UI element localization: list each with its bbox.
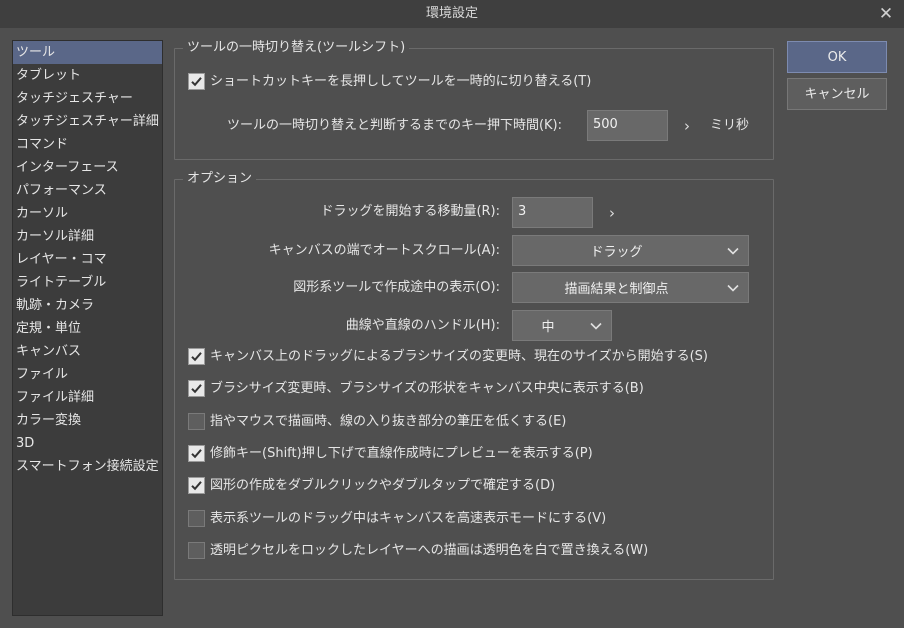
checkmark-icon	[191, 449, 202, 459]
sidebar-item[interactable]: コマンド	[13, 133, 162, 156]
shape-display-label: 図形系ツールで作成途中の表示(O):	[293, 280, 500, 295]
chevron-right-icon[interactable]: ›	[684, 117, 690, 135]
sidebar-item[interactable]: パフォーマンス	[13, 179, 162, 202]
option-checkbox[interactable]	[188, 541, 205, 559]
option-checkbox[interactable]	[188, 412, 205, 430]
close-icon[interactable]: ✕	[876, 4, 896, 24]
tool-shift-checkbox[interactable]	[188, 73, 205, 90]
ok-button[interactable]: OK	[787, 41, 887, 73]
option-checkbox-label: 修飾キー(Shift)押し下げで直線作成時にプレビューを表示する(P)	[210, 445, 593, 461]
checkmark-icon	[191, 481, 202, 491]
sidebar-item[interactable]: カラー変換	[13, 409, 162, 432]
checkmark-icon	[191, 352, 202, 362]
option-checkbox[interactable]	[188, 380, 205, 398]
sidebar-item[interactable]: 3D	[13, 432, 162, 455]
checkmark-icon	[191, 384, 202, 394]
window-title: 環境設定	[425, 6, 478, 21]
sidebar-item[interactable]: ツール	[13, 41, 162, 64]
sidebar-item[interactable]: キャンバス	[13, 340, 162, 363]
sidebar-item[interactable]: スマートフォン接続設定	[13, 455, 162, 478]
option-checkbox[interactable]	[188, 477, 205, 495]
tool-shift-title: ツールの一時切り替え(ツールシフト)	[183, 40, 410, 56]
sidebar-item[interactable]: ファイル詳細	[13, 386, 162, 409]
tool-shift-checkbox-label: ショートカットキーを長押ししてツールを一時的に切り替える(T)	[210, 74, 592, 89]
cancel-button[interactable]: キャンセル	[787, 78, 887, 110]
option-checkbox-label: 図形の作成をダブルクリックやダブルタップで確定する(D)	[210, 478, 556, 494]
handle-size-label: 曲線や直線のハンドル(H):	[345, 318, 500, 333]
sidebar-item[interactable]: タッチジェスチャー	[13, 87, 162, 110]
option-checkbox-label: 表示系ツールのドラッグ中はキャンバスを高速表示モードにする(V)	[210, 510, 607, 526]
title-bar: 環境設定 ✕	[0, 0, 904, 28]
handle-size-select[interactable]: 中	[512, 310, 612, 341]
option-checkbox-label: ブラシサイズ変更時、ブラシサイズの形状をキャンバス中央に表示する(B)	[210, 381, 644, 397]
chevron-down-icon	[590, 322, 602, 330]
sidebar-item[interactable]: 軌跡・カメラ	[13, 294, 162, 317]
sidebar-item[interactable]: 定規・単位	[13, 317, 162, 340]
shape-display-value: 描画結果と制御点	[564, 282, 669, 297]
sidebar-item[interactable]: タブレット	[13, 64, 162, 87]
chevron-right-icon[interactable]: ›	[609, 204, 615, 222]
sidebar-item[interactable]: ファイル	[13, 363, 162, 386]
option-checkbox-label: キャンバス上のドラッグによるブラシサイズの変更時、現在のサイズから開始する(S)	[210, 349, 708, 364]
options-title: オプション	[183, 171, 257, 187]
sidebar-item[interactable]: インターフェース	[13, 156, 162, 179]
sidebar-item[interactable]: カーソル詳細	[13, 225, 162, 248]
chevron-down-icon	[727, 284, 739, 292]
tool-shift-group: ツールの一時切り替え(ツールシフト)	[174, 40, 774, 160]
option-checkbox[interactable]	[188, 348, 205, 365]
option-checkbox-label: 指やマウスで描画時、線の入り抜き部分の筆圧を低くする(E)	[210, 413, 567, 429]
autoscroll-value: ドラッグ	[590, 245, 643, 260]
option-checkbox[interactable]	[188, 444, 205, 462]
category-list[interactable]: ツール タブレット タッチジェスチャー タッチジェスチャー詳細 コマンド インターフェース…	[12, 40, 163, 616]
sidebar-item[interactable]: レイヤー・コマ	[13, 248, 162, 271]
handle-size-value: 中	[541, 320, 555, 335]
sidebar-item[interactable]: ライトテーブル	[13, 271, 162, 294]
time-unit-label: ミリ秒	[710, 118, 750, 133]
autoscroll-label: キャンバスの端でオートスクロール(A):	[268, 243, 500, 258]
option-checkbox-label: 透明ピクセルをロックしたレイヤーへの描画は透明色を白で置き換える(W)	[210, 542, 649, 558]
drag-distance-input[interactable]: 3	[512, 197, 593, 228]
sidebar-item[interactable]: タッチジェスチャー詳細	[13, 110, 162, 133]
key-press-time-label: ツールの一時切り替えと判断するまでのキー押下時間(K):	[226, 118, 562, 133]
shape-display-select[interactable]: 描画結果と制御点	[512, 272, 749, 303]
sidebar-item[interactable]: カーソル	[13, 202, 162, 225]
drag-distance-label: ドラッグを開始する移動量(R):	[320, 204, 500, 219]
option-checkbox[interactable]	[188, 509, 205, 527]
checkmark-icon	[191, 77, 202, 87]
key-press-time-input[interactable]: 500	[587, 110, 668, 141]
chevron-down-icon	[727, 247, 739, 255]
autoscroll-select[interactable]: ドラッグ	[512, 235, 749, 266]
